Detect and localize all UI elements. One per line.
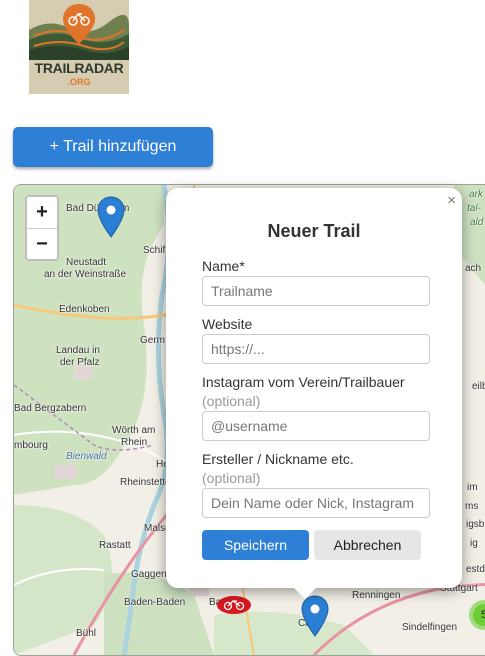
map-label: eilb: [472, 381, 485, 392]
name-field[interactable]: [202, 276, 430, 306]
name-label: Name*: [202, 258, 245, 274]
map-label: Rhein: [121, 437, 148, 448]
map-label: ald: [470, 217, 484, 228]
map-label: Baden-Baden: [124, 597, 186, 608]
map-label: estd: [466, 564, 485, 575]
trail-bike-icon[interactable]: [216, 595, 252, 615]
instagram-optional-hint: (optional): [202, 393, 261, 409]
map-label: Landau in: [56, 345, 100, 356]
map-label: Rastatt: [99, 540, 131, 551]
creator-field[interactable]: [202, 488, 430, 518]
trailradar-logo[interactable]: TRAILRADAR .ORG: [29, 0, 129, 94]
map-label: Edenkoben: [59, 304, 110, 315]
map-marker-icon[interactable]: [301, 595, 329, 637]
logo-brand-text: TRAILRADAR: [34, 60, 124, 76]
save-button[interactable]: Speichern: [202, 530, 309, 560]
zoom-in-button[interactable]: +: [27, 197, 57, 229]
map-label: Sindelfingen: [402, 622, 458, 633]
map-label: der Pfalz: [60, 357, 100, 368]
creator-label: Ersteller / Nickname etc.: [202, 451, 354, 467]
zoom-control: + −: [25, 195, 59, 261]
cancel-button[interactable]: Abbrechen: [314, 530, 421, 560]
map-label: an der Weinstraße: [44, 269, 127, 280]
map-label: im: [467, 482, 478, 493]
website-field[interactable]: [202, 334, 430, 364]
map-label: mbourg: [14, 440, 48, 451]
map-label: ms: [465, 501, 479, 512]
logo-mountains-graphic: [29, 0, 129, 60]
new-trail-popup: × Neuer Trail Name* Website Instagram vo…: [166, 188, 462, 588]
map-label: Neustadt: [66, 257, 107, 268]
map-label: Bad Bergzabern: [14, 403, 87, 414]
map-label: Renningen: [352, 590, 401, 601]
instagram-label: Instagram vom Verein/Trailbauer: [202, 374, 405, 390]
zoom-out-button[interactable]: −: [27, 229, 57, 260]
map-label: Germ: [140, 335, 165, 346]
website-label: Website: [202, 316, 253, 332]
popup-tip: [293, 587, 317, 599]
map-label: Bühl: [76, 628, 97, 639]
map-label: ark: [469, 189, 483, 200]
instagram-field[interactable]: [202, 411, 430, 441]
map-label: tal-: [467, 203, 481, 214]
map-label: ig: [470, 538, 478, 549]
map-label: Wörth am: [112, 425, 156, 436]
logo-tld-text: .ORG: [67, 77, 91, 87]
map-label: ach: [465, 263, 482, 274]
popup-title: Neuer Trail: [267, 221, 361, 241]
map-label: Bienwald: [66, 451, 107, 462]
map-label: Schif: [143, 245, 166, 256]
map-marker-icon[interactable]: [97, 196, 125, 238]
creator-optional-hint: (optional): [202, 470, 261, 486]
add-trail-button[interactable]: + Trail hinzufügen: [13, 127, 213, 167]
map-label: igsb: [466, 519, 485, 530]
close-icon[interactable]: ×: [447, 192, 456, 209]
cluster-count: 5: [473, 604, 485, 626]
